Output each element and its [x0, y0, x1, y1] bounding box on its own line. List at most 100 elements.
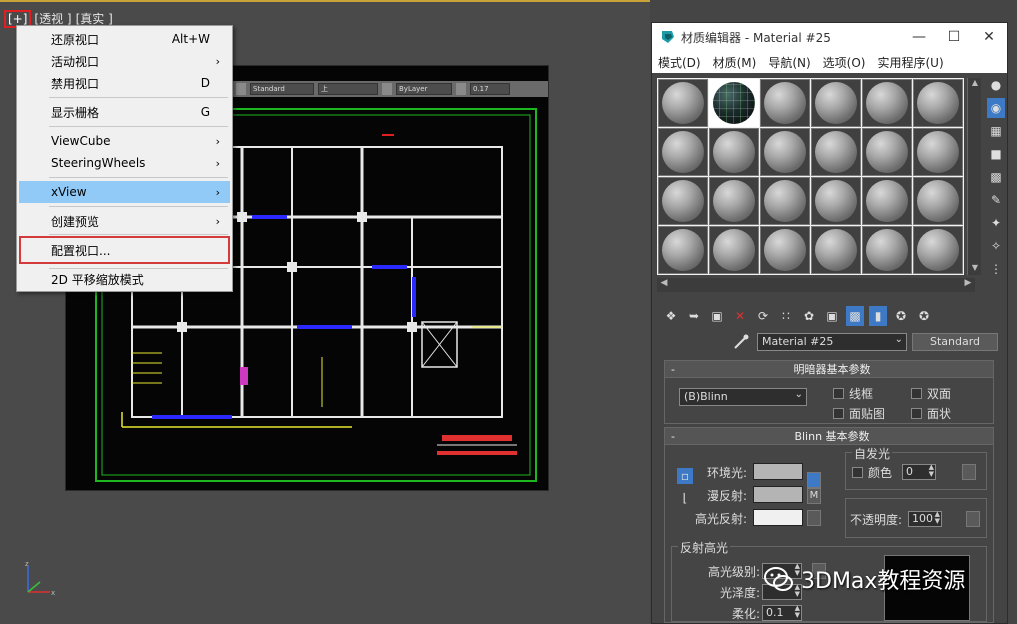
- background-icon[interactable]: ▦: [987, 121, 1005, 141]
- sample-slot[interactable]: [862, 79, 912, 127]
- sample-slot[interactable]: [760, 177, 810, 225]
- self-illum-map-button[interactable]: [962, 464, 976, 480]
- rollout-header[interactable]: - 明暗器基本参数: [665, 361, 993, 378]
- menu-options[interactable]: 选项(O): [823, 54, 866, 71]
- menu-item-2d-pan-zoom-mode[interactable]: 2D 平移缩放模式: [19, 268, 230, 290]
- go-forward-to-sibling-icon[interactable]: ✪: [915, 306, 933, 326]
- faceted-checkbox[interactable]: 面状: [911, 405, 951, 422]
- options-icon[interactable]: ✦: [987, 213, 1005, 233]
- menu-item-shortcut: D: [200, 76, 210, 90]
- menu-item-label: xView: [51, 185, 87, 199]
- sample-slot[interactable]: [913, 79, 963, 127]
- maximize-button[interactable]: ☐: [942, 27, 966, 47]
- cad-tool-icon: [382, 83, 392, 95]
- backlight-icon[interactable]: ◉: [987, 98, 1005, 118]
- sample-slot[interactable]: [760, 226, 810, 274]
- menu-item-configure-viewports[interactable]: 配置视口...: [19, 236, 230, 264]
- menu-utilities[interactable]: 实用程序(U): [877, 54, 943, 71]
- rollout-header[interactable]: - Blinn 基本参数: [665, 428, 993, 445]
- diffuse-map-button[interactable]: M: [807, 488, 821, 504]
- menu-material[interactable]: 材质(M): [713, 54, 757, 71]
- select-by-material-icon[interactable]: ✧: [987, 236, 1005, 256]
- get-material-icon[interactable]: ❖: [662, 306, 680, 326]
- reset-map-icon[interactable]: ✕: [731, 306, 749, 326]
- go-to-parent-icon[interactable]: ✪: [892, 306, 910, 326]
- menu-item-create-preview[interactable]: 创建预览 ›: [19, 210, 230, 232]
- menu-item-active-viewport[interactable]: 活动视口 ›: [19, 50, 230, 72]
- scroll-left-icon[interactable]: ◀: [657, 278, 671, 292]
- lock-icon[interactable]: [807, 472, 821, 488]
- sample-slot[interactable]: [658, 128, 708, 176]
- specular-color-swatch[interactable]: [753, 509, 803, 526]
- menu-item-steeringwheels[interactable]: SteeringWheels ›: [19, 152, 230, 174]
- sample-slot[interactable]: [862, 177, 912, 225]
- material-type-button[interactable]: Standard: [912, 333, 998, 351]
- sample-slot[interactable]: [760, 79, 810, 127]
- material-map-navigator-icon[interactable]: ⋮: [987, 259, 1005, 279]
- sample-slot[interactable]: [709, 177, 759, 225]
- make-preview-icon[interactable]: ✎: [987, 190, 1005, 210]
- sample-slot[interactable]: [658, 79, 708, 127]
- specular-map-button[interactable]: [807, 510, 821, 526]
- sample-slot[interactable]: [709, 226, 759, 274]
- sample-slot[interactable]: [658, 177, 708, 225]
- sample-slots-vertical-scrollbar[interactable]: ▲ ▼: [967, 78, 981, 275]
- material-name-dropdown[interactable]: Material #25 ⌄: [757, 333, 907, 351]
- wire-label: 线框: [849, 387, 874, 401]
- opacity-spinner[interactable]: 100 ▲ ▼: [908, 511, 942, 527]
- sample-slot[interactable]: [862, 226, 912, 274]
- material-editor-titlebar[interactable]: 材质编辑器 - Material #25 — ☐ ✕: [652, 23, 1007, 51]
- sample-slot[interactable]: [811, 226, 861, 274]
- sample-slot[interactable]: [811, 128, 861, 176]
- video-color-check-icon[interactable]: ▩: [987, 167, 1005, 187]
- sample-slot[interactable]: [658, 226, 708, 274]
- sample-slot[interactable]: [913, 177, 963, 225]
- two-sided-checkbox[interactable]: 双面: [911, 385, 951, 402]
- sample-slot[interactable]: [760, 128, 810, 176]
- ambient-color-swatch[interactable]: [753, 463, 803, 480]
- show-end-result-icon[interactable]: ▮: [869, 306, 887, 326]
- face-map-checkbox[interactable]: 面贴图: [833, 405, 885, 422]
- show-shaded-material-icon[interactable]: ▩: [846, 306, 864, 326]
- sample-type-icon[interactable]: ●: [987, 75, 1005, 95]
- chevron-down-icon: ⌄: [794, 389, 803, 400]
- menu-item-restore-viewport[interactable]: 还原视口 Alt+W: [19, 28, 230, 50]
- ambient-diffuse-lock-icon[interactable]: ▫: [677, 468, 693, 484]
- sample-uv-tiling-icon[interactable]: ■: [987, 144, 1005, 164]
- wire-checkbox[interactable]: 线框: [833, 385, 873, 402]
- sample-slot-active[interactable]: [709, 79, 759, 127]
- sample-slot[interactable]: [913, 128, 963, 176]
- scroll-down-icon[interactable]: ▼: [968, 263, 982, 275]
- diffuse-color-swatch[interactable]: [753, 486, 803, 503]
- put-to-library-icon[interactable]: ✿: [800, 306, 818, 326]
- menu-item-show-grid[interactable]: 显示栅格 G: [19, 101, 230, 123]
- sample-slots-horizontal-scrollbar[interactable]: ◀ ▶: [657, 278, 975, 292]
- sample-slot[interactable]: [862, 128, 912, 176]
- sample-slot[interactable]: [709, 128, 759, 176]
- assign-material-to-selection-icon[interactable]: ▣: [708, 306, 726, 326]
- sample-slot[interactable]: [913, 226, 963, 274]
- sample-slot[interactable]: [811, 79, 861, 127]
- opacity-label: 不透明度:: [850, 513, 903, 527]
- material-id-channel-icon[interactable]: ▣: [823, 306, 841, 326]
- soften-spinner[interactable]: 0.1 ▲ ▼: [762, 605, 802, 621]
- eyedropper-icon[interactable]: [732, 333, 750, 351]
- close-button[interactable]: ✕: [977, 27, 1001, 47]
- self-illum-spinner[interactable]: 0 ▲ ▼: [902, 464, 936, 480]
- menu-item-xview[interactable]: xView ›: [19, 181, 230, 203]
- make-material-copy-icon[interactable]: ⟳: [754, 306, 772, 326]
- scroll-up-icon[interactable]: ▲: [968, 78, 982, 90]
- diffuse-specular-lock-icon[interactable]: ⌊: [677, 490, 693, 506]
- menu-modes[interactable]: 模式(D): [658, 54, 701, 71]
- menu-item-viewcube[interactable]: ViewCube ›: [19, 130, 230, 152]
- opacity-map-button[interactable]: [966, 511, 980, 527]
- make-unique-icon[interactable]: ∷: [777, 306, 795, 326]
- put-material-to-scene-icon[interactable]: ➥: [685, 306, 703, 326]
- menu-navigation[interactable]: 导航(N): [768, 54, 810, 71]
- menu-item-disable-viewport[interactable]: 禁用视口 D: [19, 72, 230, 94]
- sample-slot[interactable]: [811, 177, 861, 225]
- shader-type-dropdown[interactable]: (B)Blinn ⌄: [679, 388, 807, 406]
- minimize-button[interactable]: —: [907, 27, 931, 47]
- self-illum-color-checkbox[interactable]: 颜色: [852, 464, 892, 481]
- scroll-right-icon[interactable]: ▶: [961, 278, 975, 292]
